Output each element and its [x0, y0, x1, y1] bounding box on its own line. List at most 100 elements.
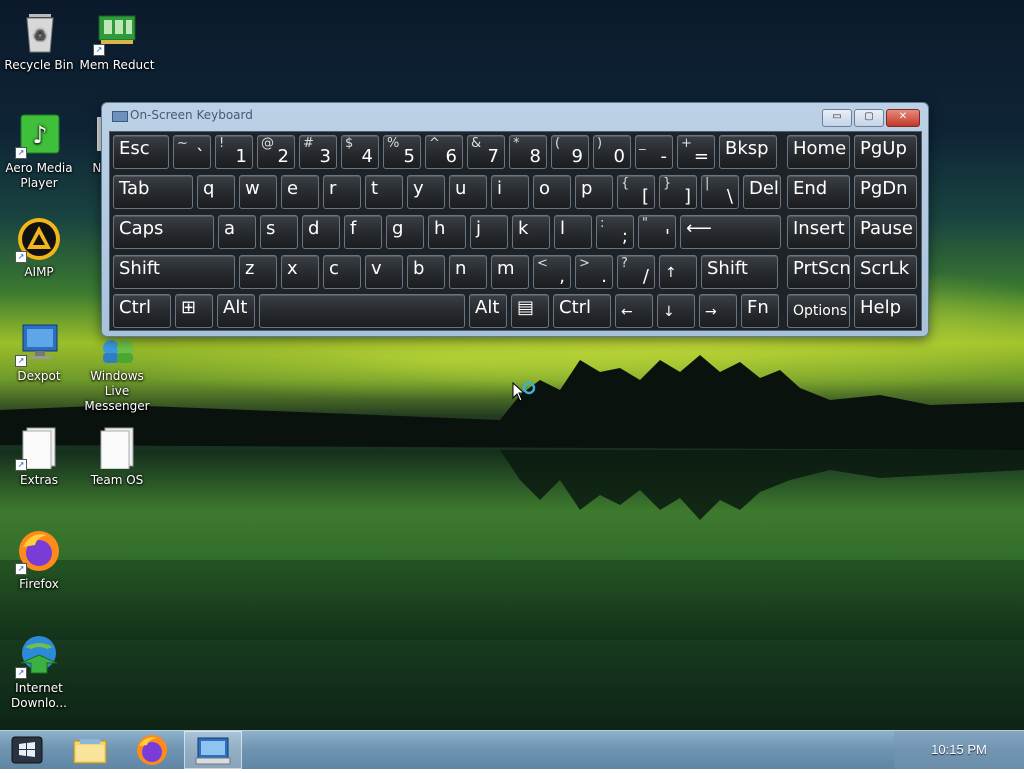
key-insert[interactable]: Insert — [787, 215, 850, 249]
start-button[interactable] — [6, 731, 48, 769]
key-e[interactable]: e — [281, 175, 319, 209]
key-space[interactable] — [259, 294, 465, 328]
key-symbol[interactable]: {[ — [617, 175, 655, 209]
key-symbol[interactable]: % 5 — [383, 135, 421, 169]
key-x[interactable]: x — [281, 255, 319, 289]
restore-button[interactable]: ▢ — [854, 109, 884, 127]
window-titlebar[interactable]: On-Screen Keyboard ▭ ▢ ✕ — [102, 103, 928, 127]
key-tab[interactable]: Tab — [113, 175, 193, 209]
key-symbol[interactable]: " ' — [638, 215, 676, 249]
key-symbol[interactable]: * 8 — [509, 135, 547, 169]
key-backslash[interactable]: | \ — [701, 175, 739, 209]
desktop-icon-team-os[interactable]: Team OS — [78, 425, 156, 488]
key-q[interactable]: q — [197, 175, 235, 209]
key-symbol[interactable]: (9 — [551, 135, 589, 169]
key-symbol[interactable]: _ - — [635, 135, 673, 169]
key-caps[interactable]: Caps — [113, 215, 214, 249]
key-symbol[interactable]: $4 — [341, 135, 379, 169]
desktop-icon-dexpot[interactable]: ↗ Dexpot — [0, 321, 78, 384]
key-pause[interactable]: Pause — [854, 215, 917, 249]
key-shift[interactable]: Shift — [701, 255, 778, 289]
key-symbol[interactable]: #3 — [299, 135, 337, 169]
key-windows[interactable]: ⊞ — [175, 294, 213, 328]
key-symbol[interactable]: ~ ` — [173, 135, 211, 169]
key-h[interactable]: h — [428, 215, 466, 249]
key-prtscn[interactable]: PrtScn — [787, 255, 851, 289]
key-shift-label: " — [642, 216, 648, 231]
key-u[interactable]: u — [449, 175, 487, 209]
on-screen-keyboard-window[interactable]: On-Screen Keyboard ▭ ▢ ✕ Esc ~ `! 1 @2 #3 $4% 5… — [101, 102, 929, 337]
key-symbol[interactable]: <, — [533, 255, 571, 289]
key-r[interactable]: r — [323, 175, 361, 209]
key-right-arrow[interactable]: → — [699, 294, 737, 328]
key-k[interactable]: k — [512, 215, 550, 249]
desktop-icon-aero-media-player[interactable]: ♪ ↗ Aero Media Player — [0, 113, 78, 191]
key-z[interactable]: z — [239, 255, 277, 289]
key-bksp[interactable]: Bksp — [719, 135, 777, 169]
key-label: Del — [749, 178, 779, 199]
key-t[interactable]: t — [365, 175, 403, 209]
key-b[interactable]: b — [407, 255, 445, 289]
key-symbol[interactable]: + = — [677, 135, 715, 169]
key-w[interactable]: w — [239, 175, 277, 209]
key-up-arrow[interactable]: ↑ — [659, 255, 697, 289]
key-down-arrow[interactable]: ↓ — [657, 294, 695, 328]
key-end[interactable]: End — [787, 175, 850, 209]
close-button[interactable]: ✕ — [886, 109, 920, 127]
key-i[interactable]: i — [491, 175, 529, 209]
desktop-icon-windows-live-messenger[interactable]: Windows Live Messenger — [78, 335, 156, 414]
key-d[interactable]: d — [302, 215, 340, 249]
key-a[interactable]: a — [218, 215, 256, 249]
desktop-icon-extras[interactable]: ↗ Extras — [0, 425, 78, 488]
key-scrlk[interactable]: ScrLk — [854, 255, 917, 289]
key-pgup[interactable]: PgUp — [854, 135, 917, 169]
key-alt[interactable]: Alt — [469, 294, 507, 328]
key-ctrl[interactable]: Ctrl — [553, 294, 611, 328]
key-symbol[interactable]: & 7 — [467, 135, 505, 169]
key-symbol[interactable]: ) 0 — [593, 135, 631, 169]
key-enter[interactable]: ⟵ — [680, 215, 781, 249]
key-v[interactable]: v — [365, 255, 403, 289]
desktop-icon-recycle-bin[interactable]: ♻ Recycle Bin — [0, 10, 78, 73]
key-symbol[interactable]: :; — [596, 215, 634, 249]
key-fn[interactable]: Fn — [741, 294, 779, 328]
key-del[interactable]: Del — [743, 175, 781, 209]
key-symbol[interactable]: ? / — [617, 255, 655, 289]
key-symbol[interactable]: >. — [575, 255, 613, 289]
key-left-arrow[interactable]: ← — [615, 294, 653, 328]
key-symbol[interactable]: }] — [659, 175, 697, 209]
key-symbol[interactable]: @2 — [257, 135, 295, 169]
key-j[interactable]: j — [470, 215, 508, 249]
desktop-icon-firefox[interactable]: ↗ Firefox — [0, 529, 78, 592]
key-esc[interactable]: Esc — [113, 135, 169, 169]
key-alt[interactable]: Alt — [217, 294, 255, 328]
key-n[interactable]: n — [449, 255, 487, 289]
key-ctrl[interactable]: Ctrl — [113, 294, 171, 328]
key-s[interactable]: s — [260, 215, 298, 249]
key-home[interactable]: Home — [787, 135, 850, 169]
key-symbol[interactable]: ! 1 — [215, 135, 253, 169]
key-g[interactable]: g — [386, 215, 424, 249]
key-menu[interactable]: ▤ — [511, 294, 549, 328]
key-shift[interactable]: Shift — [113, 255, 235, 289]
key-y[interactable]: y — [407, 175, 445, 209]
key-options[interactable]: Options — [787, 294, 850, 328]
desktop-icon-internet-download-manager[interactable]: ↗ Internet Downlo... — [0, 633, 78, 711]
svg-text:♪: ♪ — [32, 121, 47, 149]
key-symbol[interactable]: ^ 6 — [425, 135, 463, 169]
taskbar-file-explorer[interactable] — [62, 731, 118, 769]
taskbar-firefox[interactable] — [124, 731, 180, 769]
key-c[interactable]: c — [323, 255, 361, 289]
key-o[interactable]: o — [533, 175, 571, 209]
key-f[interactable]: f — [344, 215, 382, 249]
desktop-icon-aimp[interactable]: ↗ AIMP — [0, 217, 78, 280]
desktop-icon-mem-reduct[interactable]: ↗ Mem Reduct — [78, 10, 156, 73]
key-m[interactable]: m — [491, 255, 529, 289]
key-help[interactable]: Help — [854, 294, 917, 328]
taskbar-on-screen-keyboard[interactable] — [184, 731, 242, 769]
key-l[interactable]: l — [554, 215, 592, 249]
key-p[interactable]: p — [575, 175, 613, 209]
minimize-button[interactable]: ▭ — [822, 109, 852, 127]
key-pgdn[interactable]: PgDn — [854, 175, 917, 209]
system-clock[interactable]: 10:15 PM — [894, 731, 1024, 769]
